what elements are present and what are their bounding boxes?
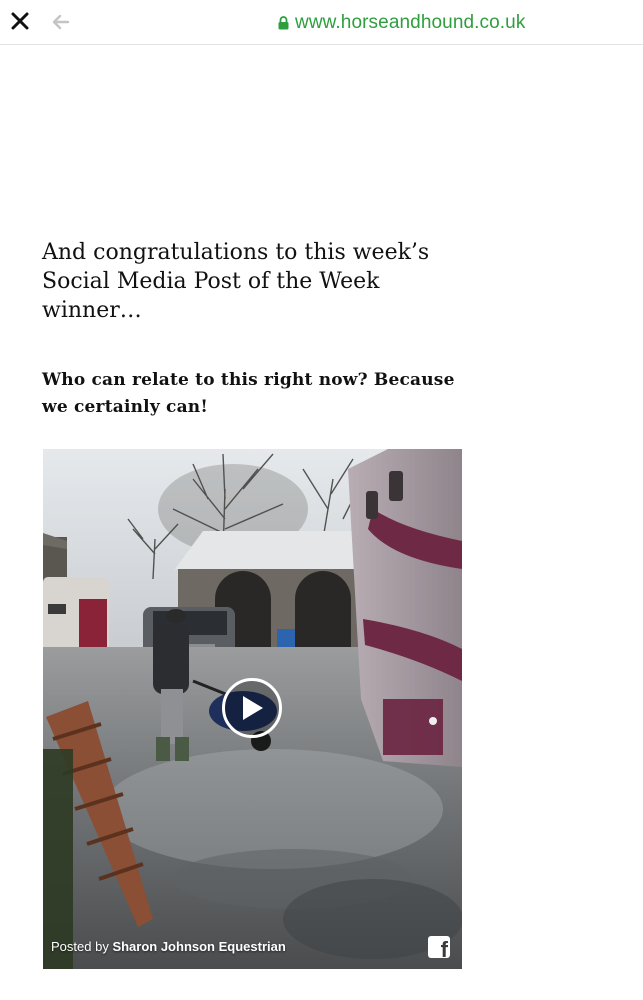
article-subtext: Who can relate to this right now? Becaus…: [42, 370, 455, 417]
play-icon: [243, 696, 263, 720]
video-caption: Posted by Sharon Johnson Equestrian: [51, 939, 286, 954]
caption-author[interactable]: Sharon Johnson Equestrian: [112, 939, 285, 954]
caption-prefix: Posted by: [51, 939, 113, 954]
lock-icon: [278, 16, 289, 30]
embedded-video[interactable]: Posted by Sharon Johnson Equestrian f: [43, 449, 462, 969]
arrow-left-icon: [52, 14, 70, 30]
facebook-button[interactable]: f: [428, 936, 450, 958]
facebook-icon: f: [440, 937, 448, 959]
url-text: www.horseandhound.co.uk: [295, 12, 526, 33]
article-headline: And congratulations to this week’s Socia…: [42, 240, 430, 323]
back-button[interactable]: [50, 11, 72, 33]
close-button[interactable]: [8, 9, 32, 33]
play-button[interactable]: [222, 678, 282, 738]
address-bar[interactable]: www.horseandhound.co.uk: [278, 12, 525, 34]
close-icon: [11, 12, 29, 30]
browser-toolbar: www.horseandhound.co.uk: [0, 0, 643, 45]
